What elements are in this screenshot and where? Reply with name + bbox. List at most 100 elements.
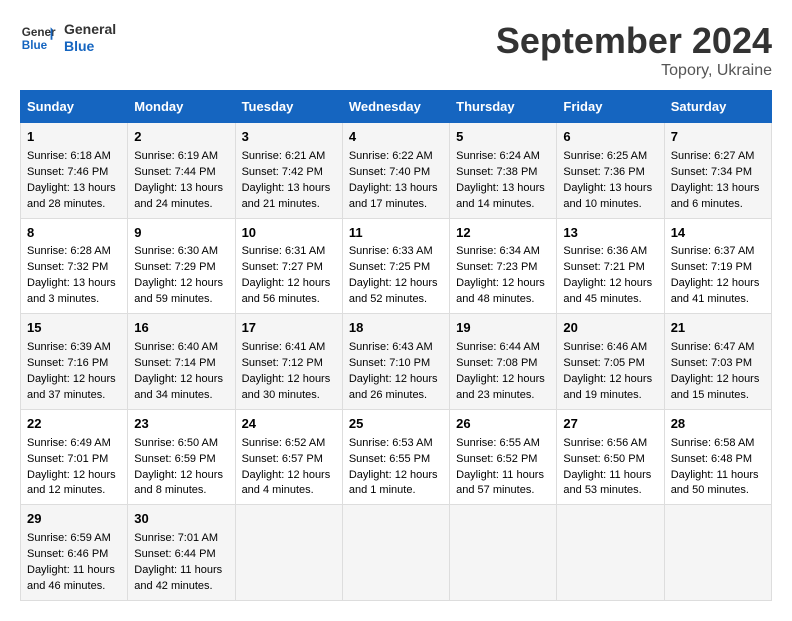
day-info: and 50 minutes. [671, 483, 765, 499]
day-number: 23 [134, 415, 228, 434]
day-info: and 28 minutes. [27, 197, 121, 213]
day-info: and 1 minute. [349, 483, 443, 499]
day-info: Daylight: 11 hours [27, 563, 121, 579]
day-info: Daylight: 12 hours [349, 468, 443, 484]
day-info: Daylight: 13 hours [134, 181, 228, 197]
day-info: Daylight: 12 hours [242, 276, 336, 292]
day-info: Daylight: 13 hours [27, 276, 121, 292]
day-info: Sunset: 7:25 PM [349, 260, 443, 276]
calendar-cell: 29Sunrise: 6:59 AMSunset: 6:46 PMDayligh… [21, 505, 128, 601]
calendar-cell: 28Sunrise: 6:58 AMSunset: 6:48 PMDayligh… [664, 409, 771, 505]
week-row-5: 29Sunrise: 6:59 AMSunset: 6:46 PMDayligh… [21, 505, 772, 601]
day-number: 5 [456, 128, 550, 147]
day-info: Sunrise: 6:36 AM [563, 244, 657, 260]
week-row-1: 1Sunrise: 6:18 AMSunset: 7:46 PMDaylight… [21, 123, 772, 219]
column-header-monday: Monday [128, 91, 235, 123]
day-info: Sunset: 7:44 PM [134, 165, 228, 181]
calendar-cell: 1Sunrise: 6:18 AMSunset: 7:46 PMDaylight… [21, 123, 128, 219]
day-info: Sunrise: 6:50 AM [134, 436, 228, 452]
day-info: Sunset: 7:19 PM [671, 260, 765, 276]
column-header-friday: Friday [557, 91, 664, 123]
column-header-sunday: Sunday [21, 91, 128, 123]
week-row-3: 15Sunrise: 6:39 AMSunset: 7:16 PMDayligh… [21, 314, 772, 410]
calendar-cell: 17Sunrise: 6:41 AMSunset: 7:12 PMDayligh… [235, 314, 342, 410]
calendar-table: SundayMondayTuesdayWednesdayThursdayFrid… [20, 90, 772, 601]
day-info: Sunset: 7:03 PM [671, 356, 765, 372]
day-info: and 37 minutes. [27, 388, 121, 404]
day-info: and 24 minutes. [134, 197, 228, 213]
day-info: Sunset: 7:01 PM [27, 452, 121, 468]
day-info: and 46 minutes. [27, 579, 121, 595]
day-info: Sunset: 7:10 PM [349, 356, 443, 372]
calendar-cell: 10Sunrise: 6:31 AMSunset: 7:27 PMDayligh… [235, 218, 342, 314]
calendar-cell: 22Sunrise: 6:49 AMSunset: 7:01 PMDayligh… [21, 409, 128, 505]
day-info: Sunrise: 6:52 AM [242, 436, 336, 452]
day-info: Sunrise: 6:34 AM [456, 244, 550, 260]
calendar-cell [557, 505, 664, 601]
column-header-wednesday: Wednesday [342, 91, 449, 123]
day-number: 25 [349, 415, 443, 434]
day-number: 4 [349, 128, 443, 147]
calendar-cell: 16Sunrise: 6:40 AMSunset: 7:14 PMDayligh… [128, 314, 235, 410]
day-info: and 4 minutes. [242, 483, 336, 499]
day-info: and 19 minutes. [563, 388, 657, 404]
title-block: September 2024 Topory, Ukraine [496, 20, 772, 80]
day-info: Daylight: 13 hours [671, 181, 765, 197]
calendar-cell: 20Sunrise: 6:46 AMSunset: 7:05 PMDayligh… [557, 314, 664, 410]
day-number: 10 [242, 224, 336, 243]
day-info: Daylight: 12 hours [349, 276, 443, 292]
day-info: Daylight: 11 hours [134, 563, 228, 579]
week-row-2: 8Sunrise: 6:28 AMSunset: 7:32 PMDaylight… [21, 218, 772, 314]
day-number: 22 [27, 415, 121, 434]
day-number: 7 [671, 128, 765, 147]
day-number: 2 [134, 128, 228, 147]
day-number: 18 [349, 319, 443, 338]
day-info: Sunrise: 6:19 AM [134, 149, 228, 165]
day-info: Daylight: 12 hours [242, 468, 336, 484]
day-info: Sunrise: 6:25 AM [563, 149, 657, 165]
day-info: Sunset: 7:29 PM [134, 260, 228, 276]
column-header-thursday: Thursday [450, 91, 557, 123]
day-info: Sunrise: 6:58 AM [671, 436, 765, 452]
calendar-cell: 25Sunrise: 6:53 AMSunset: 6:55 PMDayligh… [342, 409, 449, 505]
page-header: General Blue General Blue September 2024… [20, 20, 772, 80]
day-info: Daylight: 12 hours [671, 276, 765, 292]
day-info: Sunset: 7:38 PM [456, 165, 550, 181]
day-info: and 15 minutes. [671, 388, 765, 404]
day-info: Sunrise: 6:59 AM [27, 531, 121, 547]
day-info: Sunset: 7:08 PM [456, 356, 550, 372]
calendar-cell: 21Sunrise: 6:47 AMSunset: 7:03 PMDayligh… [664, 314, 771, 410]
day-info: Sunset: 7:46 PM [27, 165, 121, 181]
location: Topory, Ukraine [496, 62, 772, 80]
column-header-saturday: Saturday [664, 91, 771, 123]
day-info: and 56 minutes. [242, 292, 336, 308]
day-info: Daylight: 12 hours [27, 468, 121, 484]
day-number: 12 [456, 224, 550, 243]
day-info: and 30 minutes. [242, 388, 336, 404]
calendar-cell: 23Sunrise: 6:50 AMSunset: 6:59 PMDayligh… [128, 409, 235, 505]
day-number: 8 [27, 224, 121, 243]
day-info: Sunrise: 6:55 AM [456, 436, 550, 452]
day-number: 17 [242, 319, 336, 338]
day-info: Daylight: 13 hours [27, 181, 121, 197]
day-info: Daylight: 12 hours [27, 372, 121, 388]
day-info: and 10 minutes. [563, 197, 657, 213]
day-info: and 14 minutes. [456, 197, 550, 213]
day-info: Sunrise: 6:37 AM [671, 244, 765, 260]
calendar-cell: 26Sunrise: 6:55 AMSunset: 6:52 PMDayligh… [450, 409, 557, 505]
day-number: 29 [27, 510, 121, 529]
day-info: and 21 minutes. [242, 197, 336, 213]
day-number: 14 [671, 224, 765, 243]
day-info: and 26 minutes. [349, 388, 443, 404]
day-info: Sunset: 6:57 PM [242, 452, 336, 468]
day-info: Sunrise: 6:46 AM [563, 340, 657, 356]
day-info: Sunrise: 6:22 AM [349, 149, 443, 165]
day-info: Sunset: 7:05 PM [563, 356, 657, 372]
day-info: Sunset: 7:12 PM [242, 356, 336, 372]
day-info: Sunset: 7:14 PM [134, 356, 228, 372]
day-info: and 34 minutes. [134, 388, 228, 404]
day-info: Daylight: 13 hours [349, 181, 443, 197]
day-info: Sunset: 7:40 PM [349, 165, 443, 181]
calendar-cell [664, 505, 771, 601]
calendar-cell: 11Sunrise: 6:33 AMSunset: 7:25 PMDayligh… [342, 218, 449, 314]
